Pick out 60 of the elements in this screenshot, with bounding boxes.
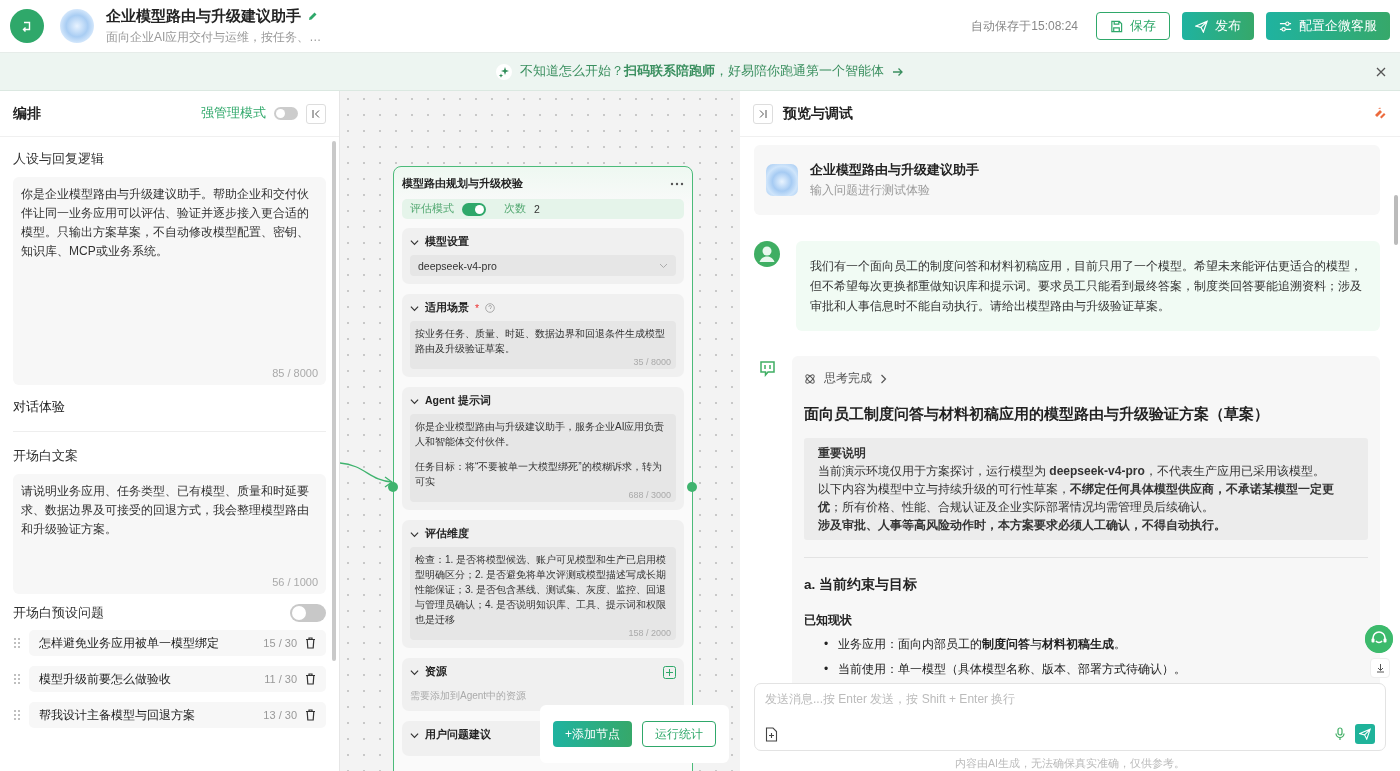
- welcome-subtitle: 输入问题进行测试体验: [810, 182, 931, 199]
- char-count: 85 / 8000: [272, 367, 318, 379]
- user-message: 我们有一个面向员工的制度问答和材料初稿应用，目前只用了一个模型。希望未来能评估更适合的模型，但不希望每次更换都重做知识库和提示词。要求员工只能看到最终答案，制度类回答要能追溯资料；涉及审批和人事信息时不能自动执行。请给出模型路由与升级验证草案。: [796, 241, 1380, 331]
- required-mark: *: [475, 302, 480, 314]
- question-field[interactable]: 帮我设计主备模型与回退方案 13 / 30: [29, 702, 326, 728]
- message-field[interactable]: 发送消息...按 Enter 发送，按 Shift + Enter 换行: [765, 692, 1375, 706]
- question-field[interactable]: 模型升级前要怎么做验收 11 / 30: [29, 666, 326, 692]
- question-text: 模型升级前要怎么做验收: [39, 670, 172, 688]
- field-text: 你是企业模型路由与升级建议助手，服务企业AI应用负责人和智能体交付伙伴。: [415, 420, 666, 449]
- char-count: 56 / 1000: [272, 576, 318, 588]
- resource-hint: 需要添加到Agent中的资源: [410, 689, 527, 703]
- note-line: 当前演示环境仅用于方案探讨，运行模型为 deepseek-v4-pro，不代表生产应用已采用该模型。: [818, 463, 1326, 480]
- field-label: 开场白预设问题: [13, 604, 104, 622]
- note-title: 重要说明: [818, 445, 867, 462]
- bullet-marker: •: [824, 636, 829, 653]
- panel-title: 预览与调试: [783, 104, 853, 123]
- field-label: 人设与回复逻辑: [13, 151, 105, 168]
- runs-label: 次数: [504, 202, 526, 216]
- char-count: 15 / 30: [263, 637, 297, 649]
- question-field[interactable]: 怎样避免业务应用被单一模型绑定 15 / 30: [29, 630, 326, 656]
- thinking-status[interactable]: 思考完成: [824, 370, 872, 387]
- section-title: 资源: [425, 665, 447, 679]
- section-title: 对话体验: [13, 400, 65, 414]
- app-title: 企业模型路由与升级建议助手: [106, 6, 301, 26]
- banner-text: 不知道怎么开始？扫码联系陪跑师，好易陪你跑通第一个智能体: [520, 63, 884, 80]
- section-title: 用户问题建议: [425, 728, 491, 742]
- char-count: 13 / 30: [263, 709, 297, 721]
- toggle-label: 强管理模式: [201, 105, 266, 122]
- model-select[interactable]: deepseek-v4-pro: [410, 255, 676, 276]
- char-count: 11 / 30: [264, 673, 297, 685]
- bullet-item: 当前使用：单一模型（具体模型名称、版本、部署方式待确认）。: [838, 661, 1187, 678]
- subheading: 已知现状: [804, 612, 853, 629]
- node-title: 模型路由规划与升级校验: [402, 177, 523, 191]
- note-line: 以下内容为模型中立与持续升级的可行性草案，不绑定任何具体模型供应商，不承诺某模型一定更优；所有价格、性能、合规认证及企业实际部署情况均需管理员后续确认。: [818, 481, 1335, 516]
- field-text: 按业务任务、质量、时延、数据边界和回退条件生成模型路由及升级验证草案。: [415, 327, 666, 356]
- app-subtitle: 面向企业AI应用交付与运维，按任务、…: [106, 28, 322, 46]
- field-text: 你是企业模型路由与升级建议助手。帮助企业和交付伙伴让同一业务应用可以评估、验证并逐步接入更合适的模型。只输出方案草案，不自动修改模型配置、密钥、知识库、MCP或业务系统。: [21, 186, 310, 260]
- bullet-marker: •: [824, 661, 829, 678]
- welcome-title: 企业模型路由与升级建议助手: [810, 161, 979, 179]
- persona-field[interactable]: 你是企业模型路由与升级建议助手。帮助企业和交付伙伴让同一业务应用可以评估、验证并逐步接入更合适的模型。只输出方案草案，不自动修改模型配置、密钥、知识库、MCP或业务系统。 85 / 8000: [13, 177, 326, 385]
- field-text: 任务目标：将“不要被单一大模型绑死”的模糊诉求，转为可实: [415, 460, 663, 489]
- note-line: 涉及审批、人事等高风险动作时，本方案要求必须人工确认，不得自动执行。: [818, 517, 1227, 534]
- section-title: 模型设置: [425, 235, 469, 249]
- bullet-item: 业务应用：面向内部员工的制度问答与材料初稿生成。: [838, 636, 1127, 653]
- question-text: 帮我设计主备模型与回退方案: [39, 706, 196, 724]
- section-title: 评估维度: [425, 527, 469, 541]
- runs-value: 2: [534, 203, 540, 215]
- section-title: Agent 提示词: [425, 394, 491, 408]
- field-text: 检查：1. 是否将模型候选、账户可见模型和生产已启用模型明确区分；2. 是否避免将单次评测或模型描述写成长期性能保证；3. 是否包含基线、测试集、灰度、监控、回退与管理员确认；4. 是否说明知识库、工具、提示词和权限也是迁移: [415, 553, 668, 627]
- autosave-time: 自动保存于15:08:24: [971, 17, 1078, 35]
- disclaimer: 内容由AI生成，无法确保真实准确，仅供参考。: [954, 756, 1186, 771]
- reply-heading: 面向员工制度问答与材料初稿应用的模型路由与升级验证方案（草案）: [804, 405, 1270, 424]
- field-label: 开场白文案: [13, 448, 79, 465]
- opening-field[interactable]: 请说明业务应用、任务类型、已有模型、质量和时延要求、数据边界及可接受的回退方式，我会整理模型路由和升级验证方案。 56 / 1000: [13, 474, 326, 594]
- section-heading: a. 当前约束与目标: [804, 576, 918, 594]
- field-text: 请说明业务应用、任务类型、已有模型、质量和时延要求、数据边界及可接受的回退方式，我会整理模型路由和升级验证方案。: [21, 483, 310, 538]
- toggle-label: 评估模式: [410, 202, 454, 216]
- section-title: 适用场景: [425, 301, 469, 315]
- panel-title: 编排: [13, 104, 41, 123]
- question-text: 怎样避免业务应用被单一模型绑定: [39, 634, 220, 652]
